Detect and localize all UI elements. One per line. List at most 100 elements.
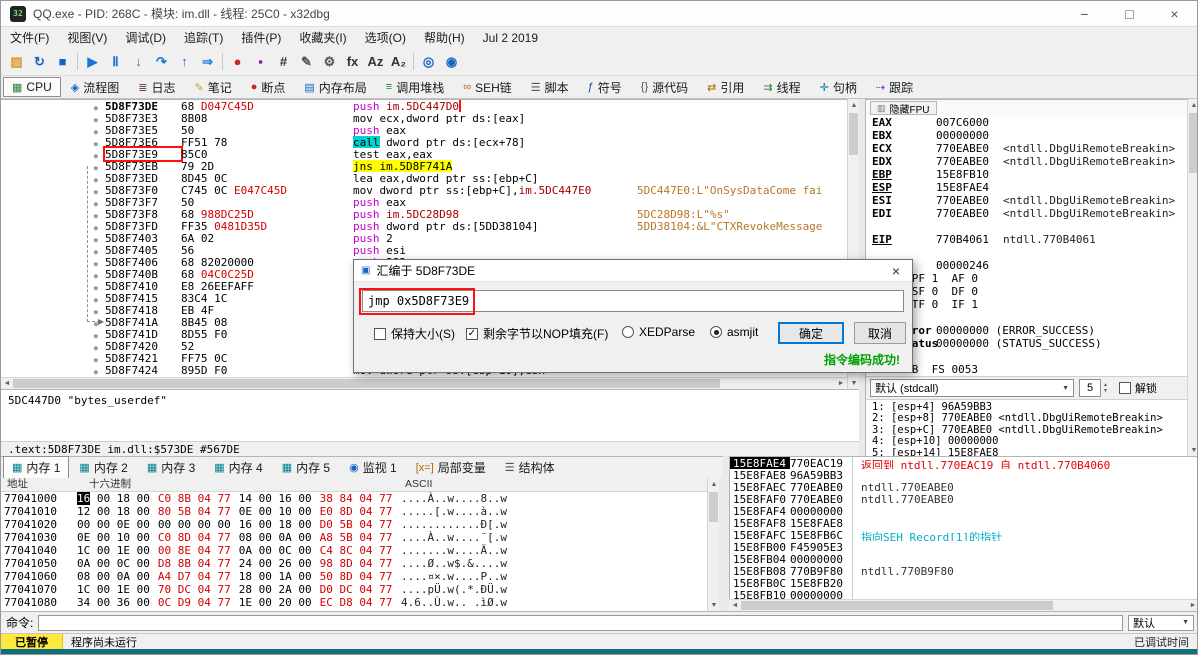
- disasm-row[interactable]: ● 5D8F73DE 68 D047C45D push im.5DC447D0: [1, 100, 847, 113]
- register-row[interactable]: ECX 770EABE0 <ntdll.DbgUiRemoteBreakin>: [866, 142, 1187, 155]
- register-row[interactable]: [866, 350, 1187, 363]
- register-row[interactable]: [866, 220, 1187, 233]
- stack-row[interactable]: 15E8FAE4 770EAC19 返回到 ntdll.770EAC19 自 ntd…: [730, 457, 1197, 470]
- asmjit-radio[interactable]: asmjit: [710, 325, 758, 339]
- tab-memory-5[interactable]: ▦ 内存 5: [273, 456, 339, 479]
- command-script-select[interactable]: 默认 ▼: [1128, 614, 1194, 631]
- disasm-row[interactable]: ● 5D8F73E3 8B08 mov ecx,dword ptr ds:[eax]: [1, 112, 847, 125]
- scroll-right-icon[interactable]: ►: [835, 378, 847, 390]
- tab-breakpoints[interactable]: ● 断点: [242, 76, 295, 99]
- tab-locals[interactable]: [x=] 局部变量: [407, 456, 495, 479]
- disasm-row[interactable]: ● 5D8F73F7 50 push eax: [1, 196, 847, 209]
- breakpoint-dot[interactable]: ●: [94, 344, 98, 352]
- step-into-icon[interactable]: ↓: [127, 51, 150, 73]
- register-row[interactable]: ZF 1 PF 1 AF 0: [866, 272, 1187, 285]
- memory-vscrollbar[interactable]: ▲ ▼: [707, 478, 719, 611]
- calling-convention-select[interactable]: 默认 (stdcall) ▼: [870, 379, 1074, 397]
- breakpoint-dot[interactable]: ●: [94, 116, 98, 124]
- tab-memory-map[interactable]: ▤ 内存布局: [295, 76, 375, 99]
- register-row[interactable]: ESP 15E8FAE4: [866, 181, 1187, 194]
- stop-icon[interactable]: ■: [51, 51, 74, 73]
- disasm-hscroll-thumb[interactable]: [13, 379, 720, 388]
- tab-log[interactable]: ≣ 日志: [129, 76, 184, 99]
- register-row[interactable]: LastError00000000 (ERROR_SUCCESS): [866, 324, 1187, 337]
- tab-threads[interactable]: ⇉ 线程: [754, 76, 809, 99]
- stack-hscrollbar[interactable]: ◄ ►: [729, 599, 1197, 611]
- registers-vscroll-thumb[interactable]: [1189, 113, 1197, 173]
- disasm-row[interactable]: ● 5D8F73E5 50 push eax: [1, 124, 847, 137]
- tab-source[interactable]: {} 源代码: [632, 76, 697, 99]
- register-row[interactable]: CF 0 TF 0 IF 1: [866, 298, 1187, 311]
- stack-hscroll-thumb[interactable]: [741, 601, 1054, 610]
- scylla-icon[interactable]: ◎: [417, 51, 440, 73]
- memory-row[interactable]: 77041030 0E 00 10 00 C0 8D 04 77 08 00 0A 0…: [1, 531, 707, 544]
- register-row[interactable]: ESI 770EABE0 <ntdll.DbgUiRemoteBreakin>: [866, 194, 1187, 207]
- patch-icon[interactable]: ▪: [249, 51, 272, 73]
- call-arg-row[interactable]: 2: [esp+8] 770EABE0 <ntdll.DbgUiRemoteBr…: [866, 412, 1187, 423]
- disasm-row[interactable]: ● 5D8F73FD FF35 0481D35D push dword ptr ds:…: [1, 220, 847, 233]
- breakpoint-dot[interactable]: ●: [94, 152, 98, 160]
- calculator-icon[interactable]: fx: [341, 51, 364, 73]
- tab-call-stack[interactable]: ≡ 调用堆栈: [377, 76, 453, 99]
- run-to-cursor-icon[interactable]: ⇒: [196, 51, 219, 73]
- breakpoint-dot[interactable]: ●: [94, 368, 98, 376]
- call-arg-row[interactable]: 5: [esp+14] 15E8FAE8: [866, 447, 1187, 456]
- menu-help[interactable]: 帮助(H): [415, 27, 474, 48]
- string-search-icon[interactable]: A₂: [387, 51, 410, 73]
- register-row[interactable]: EBX 00000000: [866, 129, 1187, 142]
- keep-size-checkbox[interactable]: 保持大小(S): [374, 325, 455, 342]
- breakpoint-dot[interactable]: ●: [94, 200, 98, 208]
- dialog-close-icon[interactable]: ×: [880, 260, 912, 281]
- xedparse-radio[interactable]: XEDParse: [622, 325, 695, 339]
- call-arg-row[interactable]: 1: [esp+4] 96A59BB3: [866, 401, 1187, 412]
- tab-watch-1[interactable]: ◉ 监视 1: [340, 456, 406, 479]
- hide-fpu-button[interactable]: ▥ 隐藏FPU: [870, 101, 937, 116]
- memory-row[interactable]: 77041020 00 00 0E 00 00 00 00 00 16 00 18 0…: [1, 518, 707, 531]
- scroll-up-icon[interactable]: ▲: [708, 478, 720, 490]
- tab-seh[interactable]: ∞ SEH链: [454, 76, 521, 99]
- memory-row[interactable]: 77041040 1C 00 1E 00 00 8E 04 77 0A 00 0C 0…: [1, 544, 707, 557]
- register-row[interactable]: EDI 770EABE0 <ntdll.DbgUiRemoteBreakin>: [866, 207, 1187, 220]
- menu-plugins[interactable]: 插件(P): [232, 27, 290, 48]
- breakpoint-dot[interactable]: ●: [94, 236, 98, 244]
- stack-row[interactable]: 15E8FAFC 15E8FB6C 指向SEH_Record[1]的指针: [730, 529, 1197, 542]
- breakpoint-dot[interactable]: ●: [94, 272, 98, 280]
- ok-button[interactable]: 确定: [778, 322, 844, 344]
- nop-fill-checkbox[interactable]: ✓ 剩余字节以NOP填充(F): [466, 325, 608, 342]
- breakpoint-dot[interactable]: ●: [94, 212, 98, 220]
- register-row[interactable]: GS 002B FS 0053: [866, 363, 1187, 376]
- stack-row[interactable]: 15E8FB04 00000000: [730, 553, 1197, 566]
- tab-symbols[interactable]: ƒ 符号: [579, 76, 631, 99]
- close-button[interactable]: ×: [1152, 1, 1197, 26]
- breakpoint-dot[interactable]: ●: [94, 140, 98, 148]
- menu-trace[interactable]: 追踪(T): [175, 27, 232, 48]
- tab-memory-2[interactable]: ▦ 内存 2: [70, 456, 136, 479]
- memory-row[interactable]: 77041060 08 00 0A 00 A4 D7 04 77 18 00 1A 0…: [1, 570, 707, 583]
- register-row[interactable]: EBP 15E8FB10: [866, 168, 1187, 181]
- breakpoint-dot[interactable]: ●: [94, 296, 98, 304]
- scroll-down-icon[interactable]: ▼: [708, 599, 720, 611]
- call-arg-row[interactable]: 4: [esp+10] 00000000: [866, 435, 1187, 446]
- breakpoint-dot[interactable]: ●: [94, 356, 98, 364]
- arg-count-stepper[interactable]: 5 ▲ ▼: [1079, 379, 1108, 397]
- scroll-down-icon[interactable]: ▼: [1188, 444, 1197, 456]
- register-row[interactable]: LastStatus00000000 (STATUS_SUCCESS): [866, 337, 1187, 350]
- breakpoint-dot[interactable]: ●: [94, 284, 98, 292]
- settings-icon[interactable]: ⚙: [318, 51, 341, 73]
- scroll-up-icon[interactable]: ▲: [848, 99, 860, 111]
- disasm-row[interactable]: ● 5D8F73E9 85C0 test eax,eax: [1, 146, 847, 162]
- comment-icon[interactable]: ✎: [295, 51, 318, 73]
- step-out-icon[interactable]: ↑: [173, 51, 196, 73]
- register-row[interactable]: [866, 311, 1187, 324]
- stack-row[interactable]: 15E8FB10 00000000: [730, 589, 1197, 599]
- minimize-button[interactable]: −: [1062, 1, 1107, 26]
- assemble-input[interactable]: [362, 290, 904, 312]
- scroll-down-icon[interactable]: ▼: [848, 377, 860, 389]
- register-row[interactable]: OF 0 SF 0 DF 0: [866, 285, 1187, 298]
- assembler-icon[interactable]: Az: [364, 51, 387, 73]
- breakpoint-dot[interactable]: ●: [94, 176, 98, 184]
- disasm-row[interactable]: ● 5D8F7403 6A 02 push 2: [1, 232, 847, 245]
- breakpoint-dot[interactable]: ●: [94, 320, 98, 328]
- memory-row[interactable]: 77041050 0A 00 0C 00 D8 8B 04 77 24 00 26 0…: [1, 557, 707, 570]
- tab-notes[interactable]: ✎ 笔记: [185, 76, 240, 99]
